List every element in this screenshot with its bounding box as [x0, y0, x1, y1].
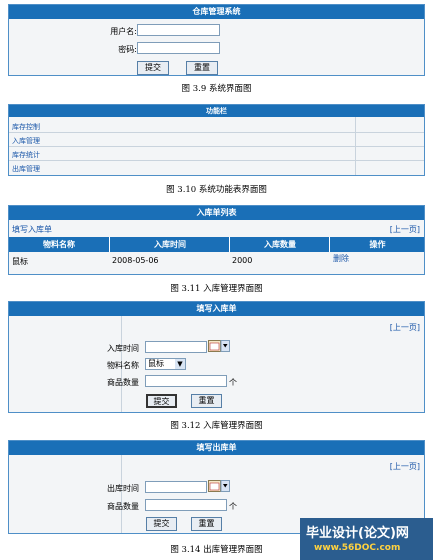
- inbound-prev-link[interactable]: [上一页]: [390, 322, 420, 333]
- watermark-title: 毕业设计(论文)网: [306, 526, 409, 541]
- inbound-form-panel: 填写入库单 [上一页] 入库时间 物料名称 鼠标 ▼ 商品数量 个 提交 重置: [8, 301, 425, 413]
- table-row: 鼠标 2008-05-06 2000 删除: [9, 253, 424, 272]
- outbound-reset-button[interactable]: 重置: [191, 517, 222, 531]
- cell-material: 鼠标: [12, 257, 28, 266]
- form-column-divider: [121, 455, 122, 533]
- outbound-qty-input[interactable]: [145, 499, 227, 511]
- delete-link[interactable]: 删除: [333, 253, 349, 264]
- menu-divider: [9, 160, 424, 161]
- col-material: 物料名称: [43, 240, 75, 249]
- login-submit-button[interactable]: 提交: [137, 61, 169, 75]
- menu-title: 功能栏: [9, 105, 424, 117]
- chevron-down-icon: ▼: [175, 359, 185, 369]
- menu-item-outbound[interactable]: 出库管理: [12, 164, 40, 174]
- menu-item-inbound[interactable]: 入库管理: [12, 136, 40, 146]
- menu-item-inventory-control[interactable]: 库存控制: [12, 122, 40, 132]
- inbound-time-input[interactable]: [145, 341, 207, 353]
- menu-divider: [9, 132, 424, 133]
- col-action: 操作: [329, 237, 425, 252]
- inbound-unit-label: 个: [229, 378, 237, 387]
- col-time: 入库时间: [109, 237, 230, 252]
- password-label: 密码:: [118, 45, 137, 54]
- login-panel: 仓库管理系统 用户名: 密码: 提交 重置: [8, 4, 425, 76]
- write-inbound-link[interactable]: 填写入库单: [12, 224, 52, 235]
- watermark-logo: 毕业设计(论文)网 www.56DOC.com: [300, 518, 433, 560]
- outbound-submit-button[interactable]: 提交: [146, 517, 177, 531]
- username-input[interactable]: [137, 24, 220, 36]
- inbound-time-label: 入库时间: [107, 344, 139, 353]
- login-reset-button[interactable]: 重置: [186, 61, 218, 75]
- cell-time: 2008-05-06: [112, 256, 159, 265]
- inbound-reset-button[interactable]: 重置: [191, 394, 222, 408]
- inbound-list-panel: 入库单列表 填写入库单 [上一页] 物料名称 入库时间 入库数量 操作 鼠标 2…: [8, 205, 425, 275]
- outbound-form-title: 填写出库单: [9, 441, 424, 455]
- inbound-form-title: 填写入库单: [9, 302, 424, 316]
- outbound-prev-link[interactable]: [上一页]: [390, 461, 420, 472]
- menu-divider: [9, 146, 424, 147]
- outbound-time-input[interactable]: [145, 481, 207, 493]
- cell-qty: 2000: [232, 256, 253, 265]
- material-select[interactable]: 鼠标 ▼: [145, 358, 186, 370]
- outbound-unit-label: 个: [229, 502, 237, 511]
- username-label: 用户名:: [110, 27, 137, 36]
- outbound-time-label: 出库时间: [107, 484, 139, 493]
- calendar-icon[interactable]: [208, 480, 230, 492]
- col-qty: 入库数量: [229, 237, 330, 252]
- login-title: 仓库管理系统: [9, 5, 424, 19]
- inbound-table-header: 物料名称 入库时间 入库数量 操作: [9, 237, 424, 252]
- caption-3-9: 图 3.9 系统界面图: [181, 84, 252, 94]
- inbound-qty-label: 商品数量: [107, 378, 139, 387]
- inbound-qty-input[interactable]: [145, 375, 227, 387]
- material-selected-value: 鼠标: [148, 359, 164, 368]
- menu-panel: 功能栏 库存控制 入库管理 库存统计 出库管理: [8, 104, 425, 176]
- watermark-url: www.56DOC.com: [314, 543, 401, 553]
- prev-page-link[interactable]: [上一页]: [390, 224, 420, 235]
- outbound-qty-label: 商品数量: [107, 502, 139, 511]
- inbound-submit-button[interactable]: 提交: [146, 394, 177, 408]
- inbound-list-title: 入库单列表: [9, 206, 424, 220]
- menu-item-stats[interactable]: 库存统计: [12, 150, 40, 160]
- calendar-icon[interactable]: [208, 340, 230, 352]
- caption-3-10: 图 3.10 系统功能表界面图: [166, 185, 267, 195]
- password-input[interactable]: [137, 42, 220, 54]
- caption-3-12: 图 3.12 入库管理界面图: [170, 421, 263, 431]
- inbound-material-label: 物料名称: [107, 361, 139, 370]
- caption-3-11: 图 3.11 入库管理界面图: [170, 284, 263, 294]
